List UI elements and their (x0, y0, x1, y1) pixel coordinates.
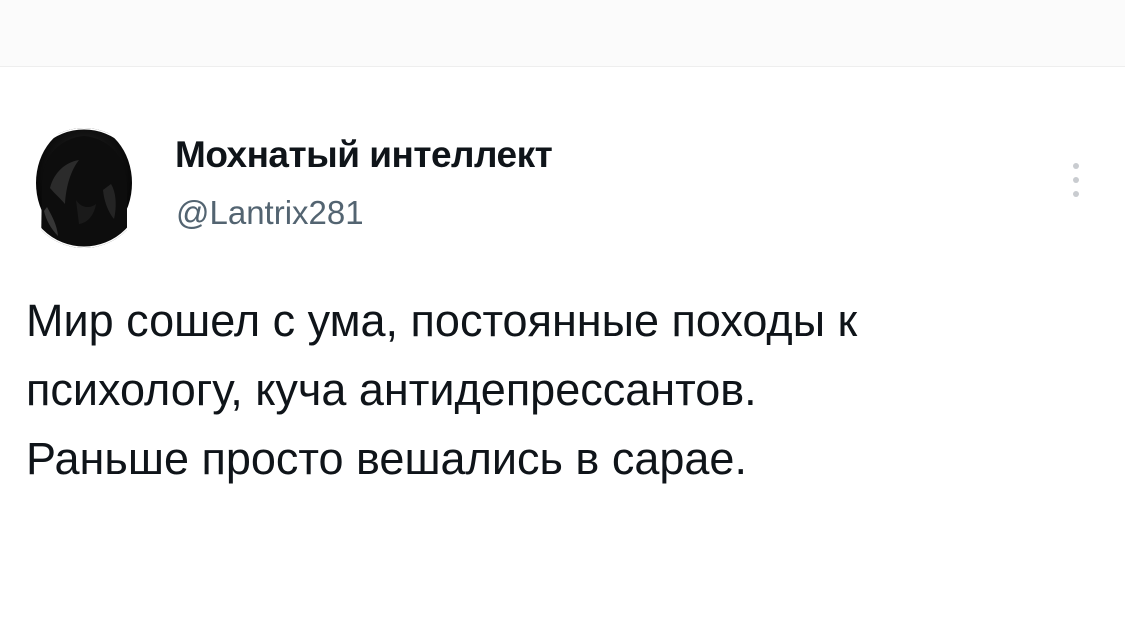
tweet-text-line: Раньше просто вешались в сарае. (26, 433, 747, 484)
author-handle[interactable]: @Lantrix281 (176, 193, 364, 233)
more-vertical-icon (1073, 163, 1079, 197)
author-display-name[interactable]: Мохнатый интеллект (175, 133, 553, 177)
top-band (0, 0, 1125, 67)
tweet-text-line: Мир сошел с ума, постоянные походы к (26, 295, 858, 346)
tweet-text: Мир сошел с ума, постоянные походы к пси… (26, 286, 1111, 493)
user-photo-avatar-icon (24, 128, 144, 248)
author-avatar[interactable] (24, 128, 144, 248)
more-options-button[interactable] (1061, 155, 1091, 205)
tweet-text-line: психологу, куча антидепрессантов. (26, 364, 757, 415)
tweet-screenshot: Мохнатый интеллект @Lantrix281 Мир сошел… (0, 0, 1125, 619)
